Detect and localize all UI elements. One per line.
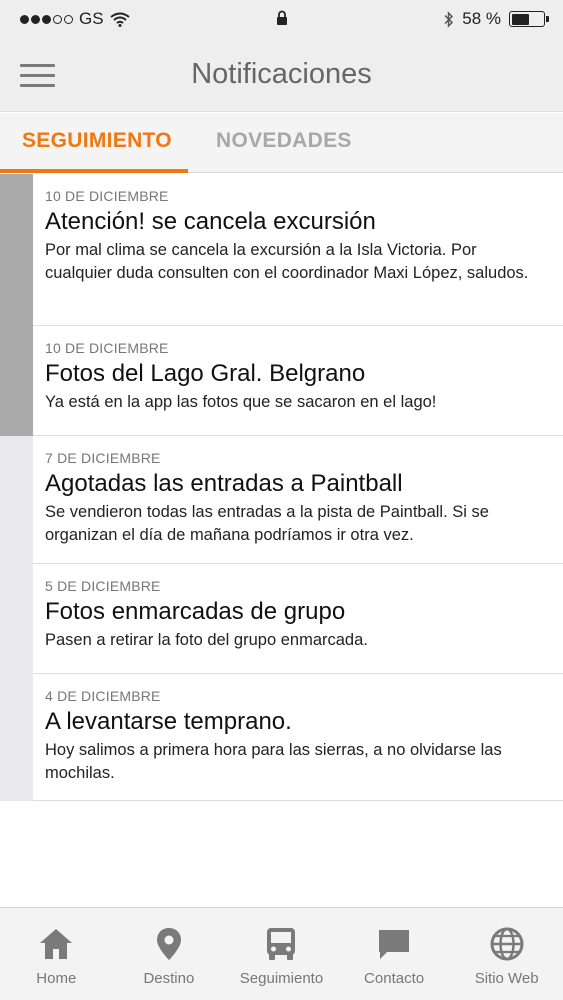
page-title: Notificaciones [191, 58, 372, 90]
globe-icon [489, 926, 525, 962]
notification-body: Hoy salimos a primera hora para las sier… [45, 741, 502, 782]
active-tab-indicator [0, 169, 188, 173]
notification-body: Ya está en la app las fotos que se sacar… [45, 393, 437, 411]
notification-title: Fotos enmarcadas de grupo [45, 598, 346, 625]
nav-sitio-web[interactable]: Sitio Web [450, 908, 563, 1000]
carrier-name: GS [79, 9, 104, 28]
status-bar: GS 58 % [0, 0, 563, 38]
nav-seguimiento[interactable]: Seguimiento [225, 908, 338, 1000]
nav-contacto[interactable]: Contacto [338, 908, 451, 1000]
notification-body: Se vendieron todas las entradas a la pis… [45, 503, 489, 544]
location-pin-icon [151, 926, 187, 962]
tab-seguimiento[interactable]: SEGUIMIENTO [22, 129, 172, 153]
nav-label: Sitio Web [474, 970, 539, 987]
timeline-rail-highlight [0, 174, 33, 436]
notification-item[interactable]: 10 DE DICIEMBRE Atención! se cancela exc… [33, 174, 563, 326]
status-right: 58 % [444, 9, 549, 29]
app-header: Notificaciones [0, 38, 563, 112]
notification-date: 4 DE DICIEMBRE [45, 688, 161, 704]
nav-home[interactable]: Home [0, 908, 113, 1000]
notification-title: Agotadas las entradas a Paintball [45, 470, 403, 497]
notification-item[interactable]: 5 DE DICIEMBRE Fotos enmarcadas de grupo… [33, 564, 563, 674]
notification-body: Por mal clima se cancela la excursión a … [45, 241, 529, 282]
notification-date: 10 DE DICIEMBRE [45, 188, 169, 204]
bottom-nav: Home Destino Seguimiento Contacto Sitio … [0, 907, 563, 1000]
notification-date: 10 DE DICIEMBRE [45, 340, 169, 356]
battery-icon [509, 11, 549, 27]
notification-item[interactable]: 10 DE DICIEMBRE Fotos del Lago Gral. Bel… [33, 326, 563, 436]
nav-destino[interactable]: Destino [113, 908, 226, 1000]
tab-novedades[interactable]: NOVEDADES [216, 129, 352, 153]
bluetooth-icon [444, 10, 454, 28]
battery-fill [511, 13, 530, 25]
nav-label: Home [36, 970, 77, 987]
signal-strength-icon [20, 14, 73, 24]
notification-title: Atención! se cancela excursión [45, 208, 376, 235]
notification-body: Pasen a retirar la foto del grupo enmarc… [45, 631, 368, 649]
notification-title: Fotos del Lago Gral. Belgrano [45, 360, 366, 387]
home-icon [38, 926, 74, 962]
chat-bubble-icon [376, 926, 412, 962]
notification-item[interactable]: 4 DE DICIEMBRE A levantarse temprano. Ho… [33, 674, 563, 801]
notification-date: 5 DE DICIEMBRE [45, 578, 161, 594]
wifi-icon [109, 12, 130, 27]
nav-label: Seguimiento [239, 970, 324, 987]
nav-label: Destino [143, 970, 195, 987]
nav-label: Contacto [364, 970, 425, 987]
battery-percent: 58 % [462, 9, 501, 28]
bus-icon [263, 926, 299, 962]
notification-item[interactable]: 7 DE DICIEMBRE Agotadas las entradas a P… [33, 436, 563, 564]
status-left: GS [20, 9, 444, 29]
lock-icon [276, 10, 288, 31]
notification-date: 7 DE DICIEMBRE [45, 450, 161, 466]
tab-bar: SEGUIMIENTO NOVEDADES [0, 113, 563, 173]
notification-title: A levantarse temprano. [45, 708, 292, 735]
